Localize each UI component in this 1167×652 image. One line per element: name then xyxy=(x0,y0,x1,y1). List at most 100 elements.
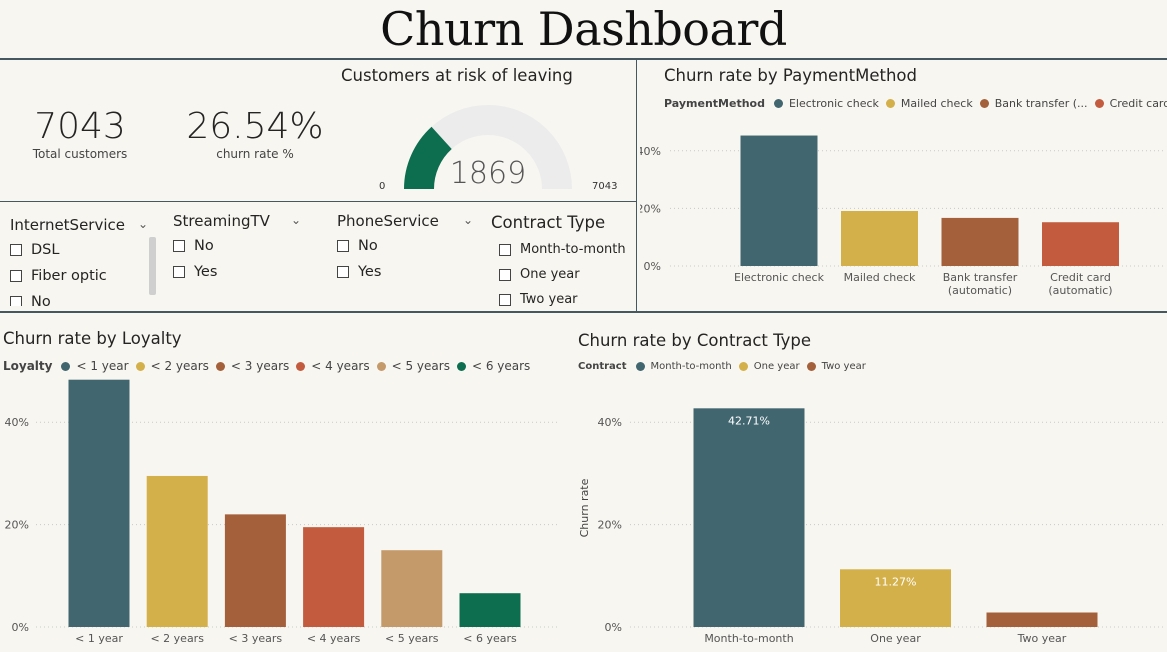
legend-item[interactable]: < 3 years xyxy=(231,359,289,373)
slicer-option-no[interactable]: No xyxy=(337,238,378,254)
x-tick-label: Electronic check xyxy=(734,271,825,284)
slicer-scrollbar[interactable] xyxy=(149,237,156,295)
gauge-min-label: 0 xyxy=(379,181,385,192)
legend-item[interactable]: Month-to-month xyxy=(651,361,732,372)
x-tick-label: Bank transfer (automatic) xyxy=(943,271,1018,297)
data-label: 11.27% xyxy=(875,575,917,588)
gauge-max-label: 7043 xyxy=(592,181,617,192)
slicer-phone-service-title: PhoneService xyxy=(337,212,439,230)
x-tick-label: < 5 years xyxy=(385,632,439,645)
bar[interactable] xyxy=(381,550,443,627)
checkbox-icon[interactable] xyxy=(499,293,511,306)
legend-item[interactable]: Two year xyxy=(822,361,866,372)
churn-rate-card: 26.54% churn rate % xyxy=(175,106,335,161)
bar[interactable] xyxy=(693,408,805,627)
x-tick-label: < 1 year xyxy=(75,632,123,645)
dashboard-title: Churn Dashboard xyxy=(380,2,787,56)
x-tick-label: < 4 years xyxy=(307,632,361,645)
legend-item[interactable]: One year xyxy=(754,361,800,372)
legend-item[interactable]: Electronic check xyxy=(789,97,879,110)
y-tick-label: 0% xyxy=(12,621,29,634)
contract-chart-title: Churn rate by Contract Type xyxy=(578,331,811,350)
chevron-down-icon[interactable]: ⌄ xyxy=(138,217,148,231)
y-tick-label: 20% xyxy=(598,519,622,532)
middle-divider xyxy=(0,311,1167,313)
churn-rate-label: churn rate % xyxy=(216,147,294,161)
legend-item[interactable]: Mailed check xyxy=(901,97,973,110)
slicer-option-no[interactable]: No xyxy=(10,294,51,306)
checkbox-icon[interactable] xyxy=(499,268,511,281)
legend-item[interactable]: Bank transfer (... xyxy=(995,97,1088,110)
y-tick-label: 20% xyxy=(640,202,661,215)
churn-rate-value: 26.54% xyxy=(186,106,324,147)
risk-gauge: 0 7043 1869 xyxy=(379,105,617,192)
bar[interactable] xyxy=(303,527,365,627)
bar[interactable] xyxy=(146,475,208,627)
legend-item[interactable]: Credit card (... xyxy=(1110,97,1167,110)
slicer-option-month-to-month[interactable]: Month-to-month xyxy=(499,242,626,257)
slicer-option-yes[interactable]: Yes xyxy=(173,264,217,280)
total-customers-label: Total customers xyxy=(32,147,128,161)
legend-title: Loyalty xyxy=(3,359,53,373)
loyalty-chart-title: Churn rate by Loyalty xyxy=(3,329,182,348)
bar[interactable] xyxy=(986,612,1098,627)
y-tick-label: 40% xyxy=(5,416,29,429)
slicer-option-dsl[interactable]: DSL xyxy=(10,242,59,258)
gauge-fill xyxy=(404,126,453,190)
slicer-option-two-year[interactable]: Two year xyxy=(499,292,578,307)
checkbox-icon[interactable] xyxy=(10,296,22,306)
y-tick-label: 40% xyxy=(598,416,622,429)
legend-item[interactable]: < 5 years xyxy=(392,359,450,373)
data-label: 42.71% xyxy=(728,414,770,427)
bar[interactable] xyxy=(68,379,130,627)
x-tick-label: Two year xyxy=(1017,632,1067,645)
legend-item[interactable]: < 6 years xyxy=(472,359,530,373)
bar[interactable] xyxy=(1042,222,1119,266)
y-tick-label: 40% xyxy=(640,145,661,158)
loyalty-chart-legend: Loyalty < 1 year < 2 years < 3 years < 4… xyxy=(3,359,530,373)
checkbox-icon[interactable] xyxy=(173,266,185,278)
slicer-option-yes[interactable]: Yes xyxy=(337,264,381,280)
total-customers-card: 7043 Total customers xyxy=(20,106,140,161)
checkbox-icon[interactable] xyxy=(499,243,511,256)
payment-bar-chart: 0% 20% 40% Electronic check Mailed check Bank… xyxy=(640,135,1165,297)
top-divider xyxy=(0,58,1167,60)
slicer-internet-service: InternetService ⌄ DSL Fiber optic No xyxy=(10,216,158,306)
y-tick-label: 20% xyxy=(5,519,29,532)
slicer-contract-type: Contract Type Month-to-month One year Tw… xyxy=(491,213,636,309)
checkbox-icon[interactable] xyxy=(337,240,349,252)
gauge-title: Customers at risk of leaving xyxy=(341,66,573,85)
checkbox-icon[interactable] xyxy=(10,244,22,256)
contract-bar-chart: 0% 20% 40% Month-to-month 42.71% One year 11.2… xyxy=(578,408,1165,645)
kpi-divider xyxy=(0,201,636,202)
x-tick-label: Mailed check xyxy=(844,271,916,284)
bar[interactable] xyxy=(459,593,521,627)
slicer-contract-type-title: Contract Type xyxy=(491,213,606,232)
legend-item[interactable]: < 1 year xyxy=(76,359,128,373)
y-tick-label: 0% xyxy=(644,260,661,273)
slicer-option-one-year[interactable]: One year xyxy=(499,267,580,282)
slicer-streaming-tv: StreamingTV ⌄ No Yes xyxy=(173,212,313,292)
chevron-down-icon[interactable]: ⌄ xyxy=(463,213,473,227)
slicer-option-no[interactable]: No xyxy=(173,238,214,254)
payment-chart-legend: PaymentMethod Electronic check Mailed ch… xyxy=(664,97,1167,110)
slicer-option-fiber-optic[interactable]: Fiber optic xyxy=(10,268,107,284)
bar[interactable] xyxy=(941,217,1019,266)
gauge-value: 1869 xyxy=(450,156,526,191)
checkbox-icon[interactable] xyxy=(173,240,185,252)
x-tick-label: < 3 years xyxy=(229,632,283,645)
checkbox-icon[interactable] xyxy=(337,266,349,278)
legend-item[interactable]: < 4 years xyxy=(311,359,369,373)
chevron-down-icon[interactable]: ⌄ xyxy=(291,213,301,227)
bar[interactable] xyxy=(224,514,286,627)
bar[interactable] xyxy=(740,135,818,266)
contract-chart-legend: Contract Month-to-month One year Two yea… xyxy=(578,361,866,372)
slicer-phone-service: PhoneService ⌄ No Yes xyxy=(337,212,482,292)
slicer-internet-service-title: InternetService xyxy=(10,216,125,234)
x-tick-label: Credit card (automatic) xyxy=(1048,271,1112,297)
x-tick-label: < 6 years xyxy=(463,632,517,645)
bar[interactable] xyxy=(841,210,918,266)
x-tick-label: One year xyxy=(870,632,921,645)
legend-item[interactable]: < 2 years xyxy=(151,359,209,373)
checkbox-icon[interactable] xyxy=(10,270,22,282)
